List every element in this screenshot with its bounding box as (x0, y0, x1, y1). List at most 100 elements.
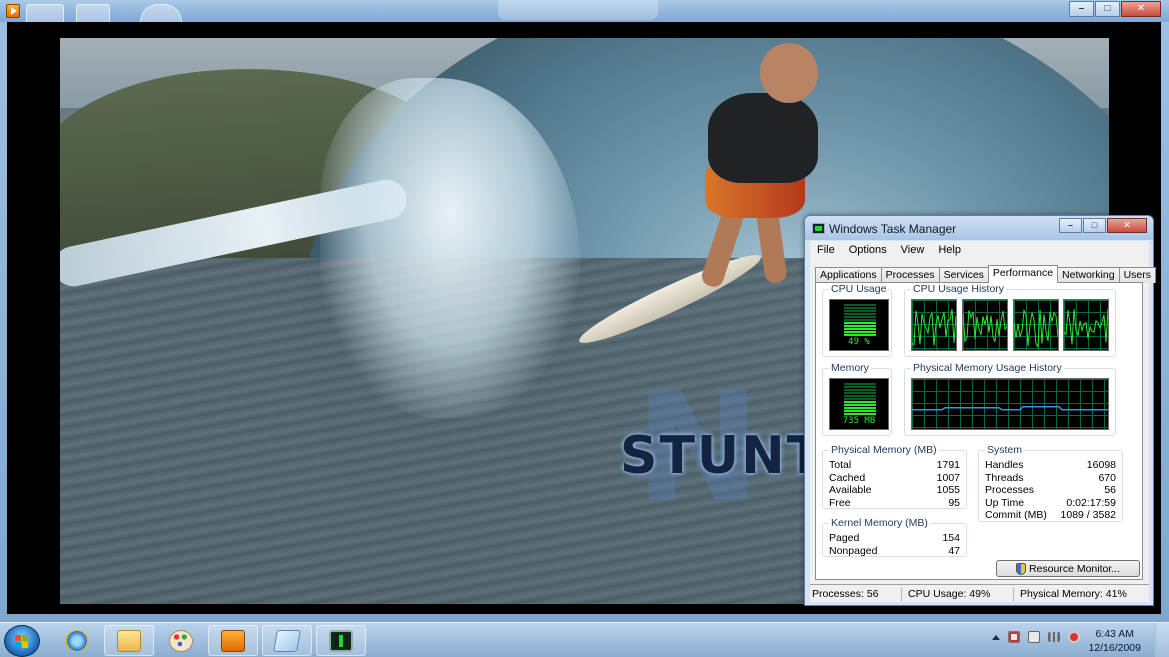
stat-name: Up Time (985, 497, 1025, 509)
memory-history-group: Physical Memory Usage History (904, 362, 1116, 436)
stat-name: Free (829, 497, 851, 509)
stat-row-commit: Commit (MB) 1089 / 3582 (985, 509, 1116, 521)
taskbar-windows-explorer[interactable] (104, 625, 154, 656)
stat-row-total: Total 1791 (829, 459, 960, 471)
stat-name: Threads (985, 472, 1024, 484)
stat-row-paged: Paged 154 (829, 532, 960, 544)
minimize-button[interactable]: – (1059, 218, 1082, 233)
taskbar-notepad[interactable] (262, 625, 312, 656)
show-hidden-icons-icon[interactable] (992, 634, 1000, 640)
volume-muted-icon[interactable] (1068, 631, 1080, 643)
cpu-usage-meter: 49 % (829, 299, 889, 351)
tab-networking[interactable]: Networking (1057, 267, 1120, 283)
stat-name: Total (829, 459, 852, 471)
menu-bar: File Options View Help (810, 241, 1149, 259)
stat-name: Nonpaged (829, 545, 878, 557)
maximize-button[interactable]: □ (1083, 218, 1106, 233)
physical-memory-group: Physical Memory (MB) Total 1791 Cached 1… (822, 444, 967, 509)
stat-value: 154 (942, 532, 960, 544)
start-button[interactable] (4, 625, 40, 657)
background-window-tab (76, 4, 110, 22)
meter-segment (844, 395, 876, 397)
cpu-core-4-graph (1063, 299, 1109, 351)
task-manager-titlebar[interactable]: Windows Task Manager – □ ✕ (805, 216, 1153, 240)
cpu-history-line (1014, 308, 1058, 349)
taskbar-paint[interactable] (156, 625, 206, 656)
stat-row-nonpaged: Nonpaged 47 (829, 545, 960, 557)
tab-performance[interactable]: Performance (987, 265, 1059, 283)
tab-processes[interactable]: Processes (880, 267, 940, 283)
player-caption-buttons: – □ ✕ (1068, 1, 1161, 17)
stat-value: 0:02:17:59 (1066, 497, 1116, 509)
meter-segment (844, 310, 876, 312)
show-desktop-button[interactable] (1155, 623, 1169, 657)
background-window-tab (140, 4, 182, 22)
folder-icon (117, 629, 141, 652)
stat-name: Available (829, 484, 872, 496)
meter-segment (844, 322, 876, 324)
taskbar: 6:43 AM 12/16/2009 (0, 622, 1169, 657)
meter-segment (844, 389, 876, 391)
stat-row-threads: Threads 670 (985, 472, 1116, 484)
player-maximize-button[interactable]: □ (1095, 1, 1120, 17)
close-button[interactable]: ✕ (1107, 218, 1147, 233)
media-player-app-icon (6, 4, 20, 18)
windows-logo-icon (15, 635, 29, 648)
memory-history-label: Physical Memory Usage History (911, 362, 1064, 374)
resource-monitor-button[interactable]: Resource Monitor... (996, 560, 1140, 577)
meter-segment (844, 313, 876, 315)
stat-row-processes: Processes 56 (985, 484, 1116, 496)
stat-name: Handles (985, 459, 1024, 471)
tab-users[interactable]: Users (1118, 267, 1156, 283)
memory-meter: 735 MB (829, 378, 889, 430)
meter-segment (844, 328, 876, 330)
meter-segment (844, 401, 876, 403)
system-clock[interactable]: 6:43 AM 12/16/2009 (1088, 627, 1141, 655)
task-manager-caption-buttons: – □ ✕ (1058, 218, 1147, 233)
stat-value: 16098 (1086, 459, 1116, 471)
memory-group: Memory 735 MB (822, 362, 892, 436)
stat-value: 1791 (936, 459, 960, 471)
kernel-memory-group: Kernel Memory (MB) Paged 154 Nonpaged 47 (822, 517, 967, 557)
cpu-core-2-graph (962, 299, 1008, 351)
menu-view[interactable]: View (894, 244, 932, 256)
taskbar-media-player[interactable] (208, 625, 258, 656)
tab-applications[interactable]: Applications (815, 267, 882, 283)
clock-date: 12/16/2009 (1088, 642, 1141, 654)
player-minimize-button[interactable]: – (1069, 1, 1094, 17)
menu-options[interactable]: Options (842, 244, 894, 256)
tab-services[interactable]: Services (938, 267, 989, 283)
meter-segment (844, 316, 876, 318)
physical-memory-label: Physical Memory (MB) (829, 444, 939, 456)
network-icon[interactable] (1048, 632, 1060, 642)
task-manager-icon (812, 223, 825, 234)
power-icon[interactable] (1028, 631, 1040, 643)
stat-row-handles: Handles 16098 (985, 459, 1116, 471)
video-title-overlay: STUNT (620, 426, 825, 486)
stat-value: 1007 (936, 472, 960, 484)
taskbar-internet-explorer[interactable] (52, 625, 102, 656)
internet-explorer-icon (65, 629, 89, 652)
kernel-memory-label: Kernel Memory (MB) (829, 517, 930, 529)
stat-value: 47 (948, 545, 960, 557)
task-manager-client: Applications Processes Services Performa… (810, 259, 1156, 584)
taskbar-task-manager[interactable] (316, 625, 366, 656)
player-titlebar[interactable]: – □ ✕ (0, 0, 1169, 22)
tab-strip: Applications Processes Services Performa… (815, 263, 1156, 283)
menu-help[interactable]: Help (931, 244, 968, 256)
cpu-history-line (963, 310, 1007, 344)
performance-panel: CPU Usage 49 % CPU Usage History Memory (815, 282, 1143, 580)
menu-file[interactable]: File (810, 244, 842, 256)
cpu-core-1-graph (911, 299, 957, 351)
resource-monitor-label: Resource Monitor... (1028, 562, 1121, 575)
cpu-usage-value: 49 % (848, 337, 870, 347)
cpu-history-line (912, 309, 956, 346)
player-close-button[interactable]: ✕ (1121, 1, 1161, 17)
memory-label: Memory (829, 362, 871, 374)
stat-row-available: Available 1055 (829, 484, 960, 496)
action-center-flag-icon[interactable] (1008, 631, 1020, 643)
cpu-core-3-graph (1013, 299, 1059, 351)
meter-segment (844, 304, 876, 306)
meter-segment (844, 386, 876, 388)
status-bar: Processes: 56 CPU Usage: 49% Physical Me… (810, 584, 1149, 602)
